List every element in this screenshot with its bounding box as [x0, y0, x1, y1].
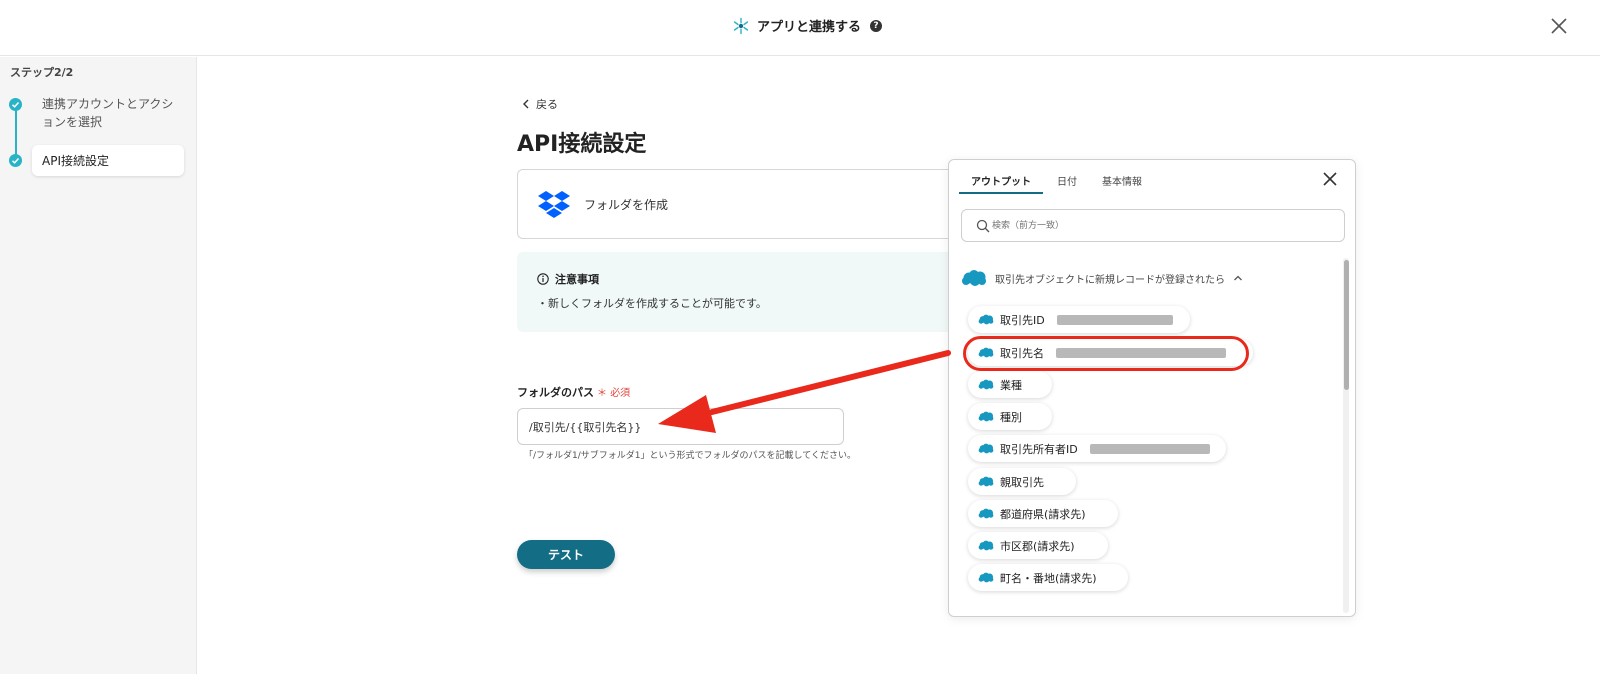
- step-connector: [15, 105, 17, 160]
- salesforce-icon: [978, 508, 994, 519]
- folder-path-label: フォルダのパス＊ 必須: [517, 384, 630, 400]
- notice-body: ・新しくフォルダを作成することが可能です。: [537, 297, 767, 310]
- header-title: アプリと連携する: [757, 20, 862, 35]
- step-2-current[interactable]: API接続設定: [32, 145, 184, 176]
- output-item-label: 取引先ID: [1000, 313, 1045, 327]
- tab-output[interactable]: アウトプット: [971, 173, 1031, 188]
- active-tab-indicator: [959, 192, 1043, 194]
- tab-date[interactable]: 日付: [1057, 173, 1077, 188]
- output-item[interactable]: 市区郡(請求先): [968, 532, 1108, 559]
- chevron-up-icon: [1234, 275, 1242, 281]
- notice-title: 注意事項: [555, 273, 599, 286]
- info-icon: [537, 273, 549, 285]
- salesforce-icon: [978, 314, 994, 325]
- step-check-icon: [9, 98, 22, 111]
- step-sidebar: ステップ2/2 連携アカウントとアクションを選択 API接続設定: [0, 57, 197, 674]
- folder-path-input[interactable]: [517, 408, 844, 445]
- output-group-header[interactable]: 取引先オブジェクトに新規レコードが登録されたら: [961, 269, 1243, 287]
- page-title: API接続設定: [517, 132, 647, 157]
- salesforce-icon: [978, 347, 994, 358]
- back-link[interactable]: 戻る: [522, 96, 558, 112]
- output-panel: アウトプット 日付 基本情報 取引先オブジェクトに新規レコードが登録されたら 取…: [948, 159, 1356, 617]
- output-item-label: 都道府県(請求先): [1000, 507, 1086, 521]
- search-box: [961, 209, 1345, 242]
- output-item[interactable]: 種別: [968, 403, 1052, 430]
- output-group-title: 取引先オブジェクトに新規レコードが登録されたら: [995, 274, 1225, 286]
- notice-head: 注意事項: [537, 271, 599, 287]
- step-count: ステップ2/2: [10, 66, 74, 79]
- output-item[interactable]: 町名・番地(請求先): [968, 564, 1128, 591]
- step-check-icon: [9, 154, 22, 167]
- back-label: 戻る: [536, 98, 558, 111]
- salesforce-icon: [962, 270, 986, 286]
- output-item[interactable]: 業種: [968, 371, 1052, 398]
- action-label: フォルダを作成: [584, 198, 669, 212]
- output-item-label: 取引先所有者ID: [1000, 442, 1078, 456]
- question-icon[interactable]: ?: [870, 19, 883, 32]
- folder-path-label-text: フォルダのパス: [517, 386, 594, 399]
- salesforce-icon: [978, 572, 994, 583]
- output-item[interactable]: 取引先所有者ID: [968, 435, 1226, 462]
- salesforce-icon: [978, 379, 994, 390]
- output-item-label: 親取引先: [1000, 475, 1044, 489]
- search-input[interactable]: [992, 217, 1332, 235]
- annotation-arrow: [658, 350, 951, 433]
- output-item[interactable]: 親取引先: [968, 468, 1076, 495]
- scrollbar-thumb[interactable]: [1344, 260, 1349, 390]
- salesforce-icon: [978, 540, 994, 551]
- output-item[interactable]: 取引先ID: [968, 306, 1190, 333]
- output-item-label: 町名・番地(請求先): [1000, 571, 1097, 585]
- notice-box: 注意事項 ・新しくフォルダを作成することが可能です。: [517, 252, 957, 332]
- required-badge: ＊ 必須: [597, 388, 630, 399]
- close-icon[interactable]: [1547, 14, 1571, 38]
- output-item-label: 市区郡(請求先): [1000, 539, 1075, 553]
- dropbox-icon: [538, 191, 570, 218]
- action-card: フォルダを作成: [517, 169, 957, 239]
- close-icon[interactable]: [1321, 170, 1339, 188]
- required-text: 必須: [610, 388, 631, 399]
- top-bar: アプリと連携する ?: [0, 0, 1600, 56]
- output-item[interactable]: 都道府県(請求先): [968, 500, 1118, 527]
- salesforce-icon: [978, 476, 994, 487]
- folder-path-hint: 「/フォルダ1/サブフォルダ1」という形式でフォルダのパスを記載してください。: [524, 451, 856, 461]
- output-item-label: 取引先名: [1000, 346, 1044, 360]
- tab-basic-info[interactable]: 基本情報: [1102, 173, 1142, 188]
- step-2-label: API接続設定: [42, 154, 109, 168]
- header-title-group: アプリと連携する ?: [732, 16, 883, 35]
- output-item[interactable]: 取引先名: [968, 339, 1253, 366]
- chevron-left-icon: [523, 99, 529, 109]
- redacted-value: [1056, 347, 1226, 358]
- step-1-label[interactable]: 連携アカウントとアクションを選択: [42, 95, 177, 131]
- salesforce-icon: [978, 443, 994, 454]
- redacted-value: [1089, 443, 1210, 454]
- salesforce-icon: [978, 411, 994, 422]
- required-mark: ＊: [597, 388, 607, 399]
- search-icon: [976, 219, 990, 233]
- output-item-label: 種別: [1000, 410, 1022, 424]
- redacted-value: [1056, 314, 1173, 325]
- app-connect-icon: [733, 17, 749, 34]
- test-button[interactable]: テスト: [517, 540, 615, 569]
- output-item-label: 業種: [1000, 378, 1022, 392]
